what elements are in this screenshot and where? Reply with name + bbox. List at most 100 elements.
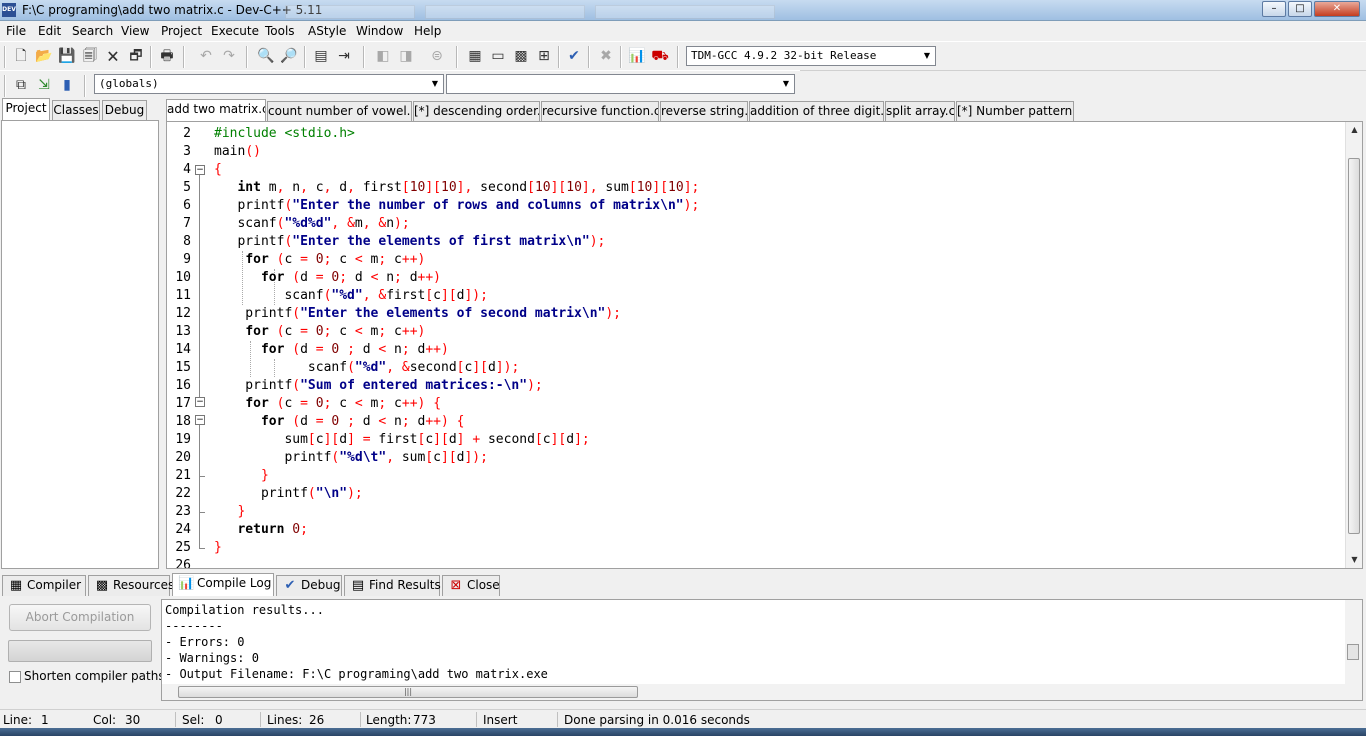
fold-toggle-icon[interactable]: − [195, 397, 205, 407]
close-all-icon[interactable]: 🗗 [126, 46, 146, 66]
file-tab-addition-three-digit[interactable]: addition of three digit.c [749, 101, 884, 121]
rebuild-all-icon[interactable]: ⊞ [534, 46, 554, 66]
delete-profile-icon[interactable]: ⛟ [650, 46, 670, 66]
print-icon[interactable]: 🖶 [157, 46, 177, 66]
tab-debug[interactable]: ✔ Debug [276, 575, 342, 596]
background-window-tab [285, 5, 415, 19]
resources-icon: ▩ [95, 578, 109, 593]
tab-find-results[interactable]: ▤ Find Results [344, 575, 441, 596]
new-file-icon[interactable]: 🗋 [11, 46, 31, 66]
toggle-comment-icon[interactable]: ⊜ [427, 46, 447, 66]
compile-run-icon[interactable]: ▩ [511, 46, 531, 66]
save-icon[interactable]: 💾 [57, 46, 77, 66]
menu-project[interactable]: Project [161, 24, 202, 38]
tab-project[interactable]: Project [2, 98, 50, 120]
syntax-check-icon[interactable]: ✔ [564, 46, 584, 66]
code-line: scanf("%d", &second[c][d]); [214, 360, 520, 375]
code-line: for (d = 0; d < n; d++) [260, 270, 442, 285]
minimize-button[interactable]: – [1262, 1, 1286, 17]
menu-help[interactable]: Help [414, 24, 441, 38]
file-tab-split-array[interactable]: split array.c [885, 101, 955, 121]
title-bar: DEV F:\C programing\add two matrix.c - D… [0, 0, 1366, 21]
status-col-label: Col: [93, 713, 117, 727]
tab-debug-left[interactable]: Debug [102, 100, 147, 120]
toolbar-separator [588, 46, 590, 68]
file-tab-count-vowel[interactable]: count number of vowel.c [267, 101, 412, 121]
dev-cpp-window: DEV F:\C programing\add two matrix.c - D… [0, 0, 1366, 736]
insert-icon[interactable]: ⇲ [34, 75, 54, 95]
replace-icon[interactable]: 🔎 [279, 46, 299, 66]
menu-search[interactable]: Search [72, 24, 113, 38]
stop-execution-icon[interactable]: ✖ [596, 46, 616, 66]
file-tab-add-two-matrix[interactable]: add two matrix.c [166, 99, 266, 121]
line-number: 16 [175, 378, 191, 393]
run-icon[interactable]: ▭ [488, 46, 508, 66]
code-line: printf("%d\t", sum[c][d]); [214, 450, 488, 465]
menu-window[interactable]: Window [356, 24, 403, 38]
abort-compilation-button[interactable]: Abort Compilation [9, 604, 151, 631]
status-sel-value: 0 [215, 713, 223, 727]
code-line: } [260, 468, 269, 483]
save-all-icon[interactable]: 🗐 [80, 46, 100, 66]
fold-toggle-icon[interactable]: − [195, 415, 205, 425]
file-tab-reverse-string[interactable]: reverse string.c [660, 101, 748, 121]
tab-close-label: Close [467, 578, 500, 592]
menu-tools[interactable]: Tools [265, 24, 295, 38]
tab-compile-log[interactable]: 📊 Compile Log [172, 573, 274, 596]
toolbar-separator [363, 46, 365, 68]
code-editor[interactable]: 2 3 4 5 6 7 8 9 10 11 12 13 14 15 16 17 … [166, 121, 1363, 569]
toolbar-grip [4, 75, 6, 97]
undo-icon[interactable]: ↶ [196, 46, 216, 66]
tab-close[interactable]: ⊠ Close [442, 575, 500, 596]
compiler-select[interactable]: TDM-GCC 4.9.2 32-bit Release ▼ [686, 46, 936, 66]
code-line: printf("Sum of entered matrices:-\n"); [214, 378, 543, 393]
compile-icon[interactable]: ▦ [465, 46, 485, 66]
file-tab-number-pattern[interactable]: [*] Number pattern.c [956, 101, 1074, 121]
toggle-panel-icon[interactable]: ▮ [57, 75, 77, 95]
scroll-up-icon[interactable]: ▲ [1346, 122, 1362, 138]
shorten-paths-label[interactable]: Shorten compiler paths [24, 669, 165, 683]
redo-icon[interactable]: ↷ [219, 46, 239, 66]
new-project-icon[interactable]: ⧉ [11, 75, 31, 95]
editor-scroll-thumb[interactable] [1348, 158, 1360, 534]
bookmark-icon[interactable]: ⇥ [334, 46, 354, 66]
toolbar-separator [304, 46, 306, 68]
indent-icon[interactable]: ◨ [396, 46, 416, 66]
log-scroll-thumb[interactable] [1347, 644, 1359, 660]
shorten-paths-checkbox[interactable] [9, 671, 21, 683]
unindent-icon[interactable]: ◧ [373, 46, 393, 66]
code-line: printf("Enter the elements of second mat… [214, 306, 622, 321]
member-select[interactable]: ▼ [446, 74, 795, 94]
editor-vertical-scrollbar[interactable]: ▲ ▼ [1345, 122, 1362, 568]
window-title: F:\C programing\add two matrix.c - Dev-C… [22, 3, 323, 17]
project-tree-panel[interactable] [1, 120, 159, 569]
file-tab-recursive-function[interactable]: recursive function.c [541, 101, 659, 121]
tab-compiler[interactable]: ▦ Compiler [2, 575, 86, 596]
menu-edit[interactable]: Edit [38, 24, 61, 38]
bottom-panel-tabs: ▦ Compiler ▩ Resources 📊 Compile Log ✔ Debug… [0, 573, 1366, 596]
log-vertical-scrollbar[interactable] [1345, 600, 1362, 686]
tab-debug-label: Debug [301, 578, 341, 592]
tab-resources[interactable]: ▩ Resources [88, 575, 174, 596]
menu-execute[interactable]: Execute [211, 24, 259, 38]
profile-icon[interactable]: 📊 [627, 46, 647, 66]
menu-view[interactable]: View [121, 24, 149, 38]
scroll-down-icon[interactable]: ▼ [1346, 552, 1362, 568]
maximize-button[interactable]: □ [1288, 1, 1312, 17]
log-horizontal-scrollbar[interactable]: ||| [162, 684, 1362, 700]
code-line: sum[c][d] = first[c][d] + second[c][d]; [214, 432, 590, 447]
file-tab-descending-order[interactable]: [*] descending order.c [413, 101, 540, 121]
log-hscroll-thumb[interactable]: ||| [178, 686, 638, 698]
close-file-icon[interactable]: 🗙 [103, 46, 123, 66]
scope-select[interactable]: (globals) ▼ [94, 74, 444, 94]
toolbar-separator [456, 46, 458, 68]
open-file-icon[interactable]: 📂 [34, 46, 54, 66]
menu-file[interactable]: File [6, 24, 26, 38]
compile-log-output[interactable]: Compilation results... -------- - Errors… [161, 599, 1363, 701]
fold-toggle-icon[interactable]: − [195, 165, 205, 175]
menu-astyle[interactable]: AStyle [308, 24, 346, 38]
tab-classes[interactable]: Classes [52, 100, 100, 120]
goto-line-icon[interactable]: ▤ [311, 46, 331, 66]
find-icon[interactable]: 🔍 [256, 46, 276, 66]
close-window-button[interactable]: ✕ [1314, 1, 1360, 17]
